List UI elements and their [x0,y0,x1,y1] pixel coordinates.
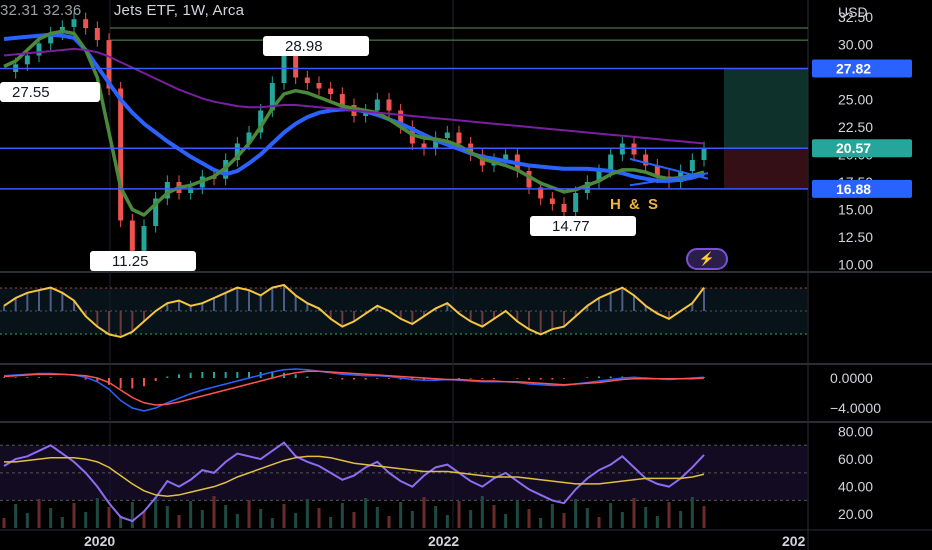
price-tick-label: 10.00 [838,257,873,273]
lightning-icon[interactable]: ⚡ [686,248,728,270]
target-zone [724,68,808,149]
price-tick-label: 25.00 [838,92,873,108]
candle-body [293,55,299,78]
rsi-tick-label: 40.00 [838,479,873,495]
pattern-annotation: H & S [610,196,660,213]
candle-body [36,43,42,56]
candle-body [701,148,707,160]
price-callout-label: 28.98 [285,38,323,55]
price-tick-label: 15.00 [838,202,873,218]
time-axis-label: 202 [782,533,806,549]
macd-tick-label: −4.0000 [830,400,881,416]
price-badge-label: 16.88 [836,181,871,197]
candle-body [374,99,380,111]
currency-label: USD [838,4,868,20]
candle-body [94,28,100,41]
symbol-title: Jets ETF, 1W, Arca [113,2,245,19]
candle-body [456,132,462,144]
candle-body [141,226,147,251]
price-tick-label: 12.50 [838,229,873,245]
price-badge-label: 27.82 [836,60,871,76]
candle-body [328,88,334,94]
candle-body [561,204,567,213]
candle-body [118,88,124,221]
time-axis-label: 2020 [84,533,115,549]
rsi-tick-label: 80.00 [838,424,873,440]
candle-body [631,143,637,155]
price-callout-label: 11.25 [112,253,148,270]
candle-body [689,160,695,171]
candle-body [24,55,30,65]
price-tick-label: 22.50 [838,119,873,135]
candle-body [386,99,392,111]
price-callout-label: 14.77 [552,218,590,235]
candle-body [549,198,555,204]
price-tick-label: 30.00 [838,37,873,53]
chart-header: 32.31 32.36 Jets ETF, 1W, Arca [0,2,244,19]
rsi-tick-label: 20.00 [838,506,873,522]
candle-body [619,143,625,155]
candle-body [316,83,322,89]
price-badge-label: 20.57 [836,140,871,156]
candle-body [573,193,579,213]
chart-canvas[interactable]: 32.5030.0027.5025.0022.5020.0017.5015.00… [0,0,932,550]
candle-body [608,154,614,171]
stop-zone [724,148,808,189]
candle-body [129,220,135,251]
ohlc-readout: 32.31 32.36 [0,2,82,19]
price-callout-label: 27.55 [12,84,50,101]
macd-tick-label: 0.0000 [830,370,873,386]
candle-body [339,94,345,105]
candle-body [71,19,77,27]
candle-body [281,55,287,83]
candle-body [444,132,450,138]
time-axis-label: 2022 [428,533,459,549]
candle-body [83,19,89,28]
candle-body [304,77,310,83]
rsi-tick-label: 60.00 [838,451,873,467]
